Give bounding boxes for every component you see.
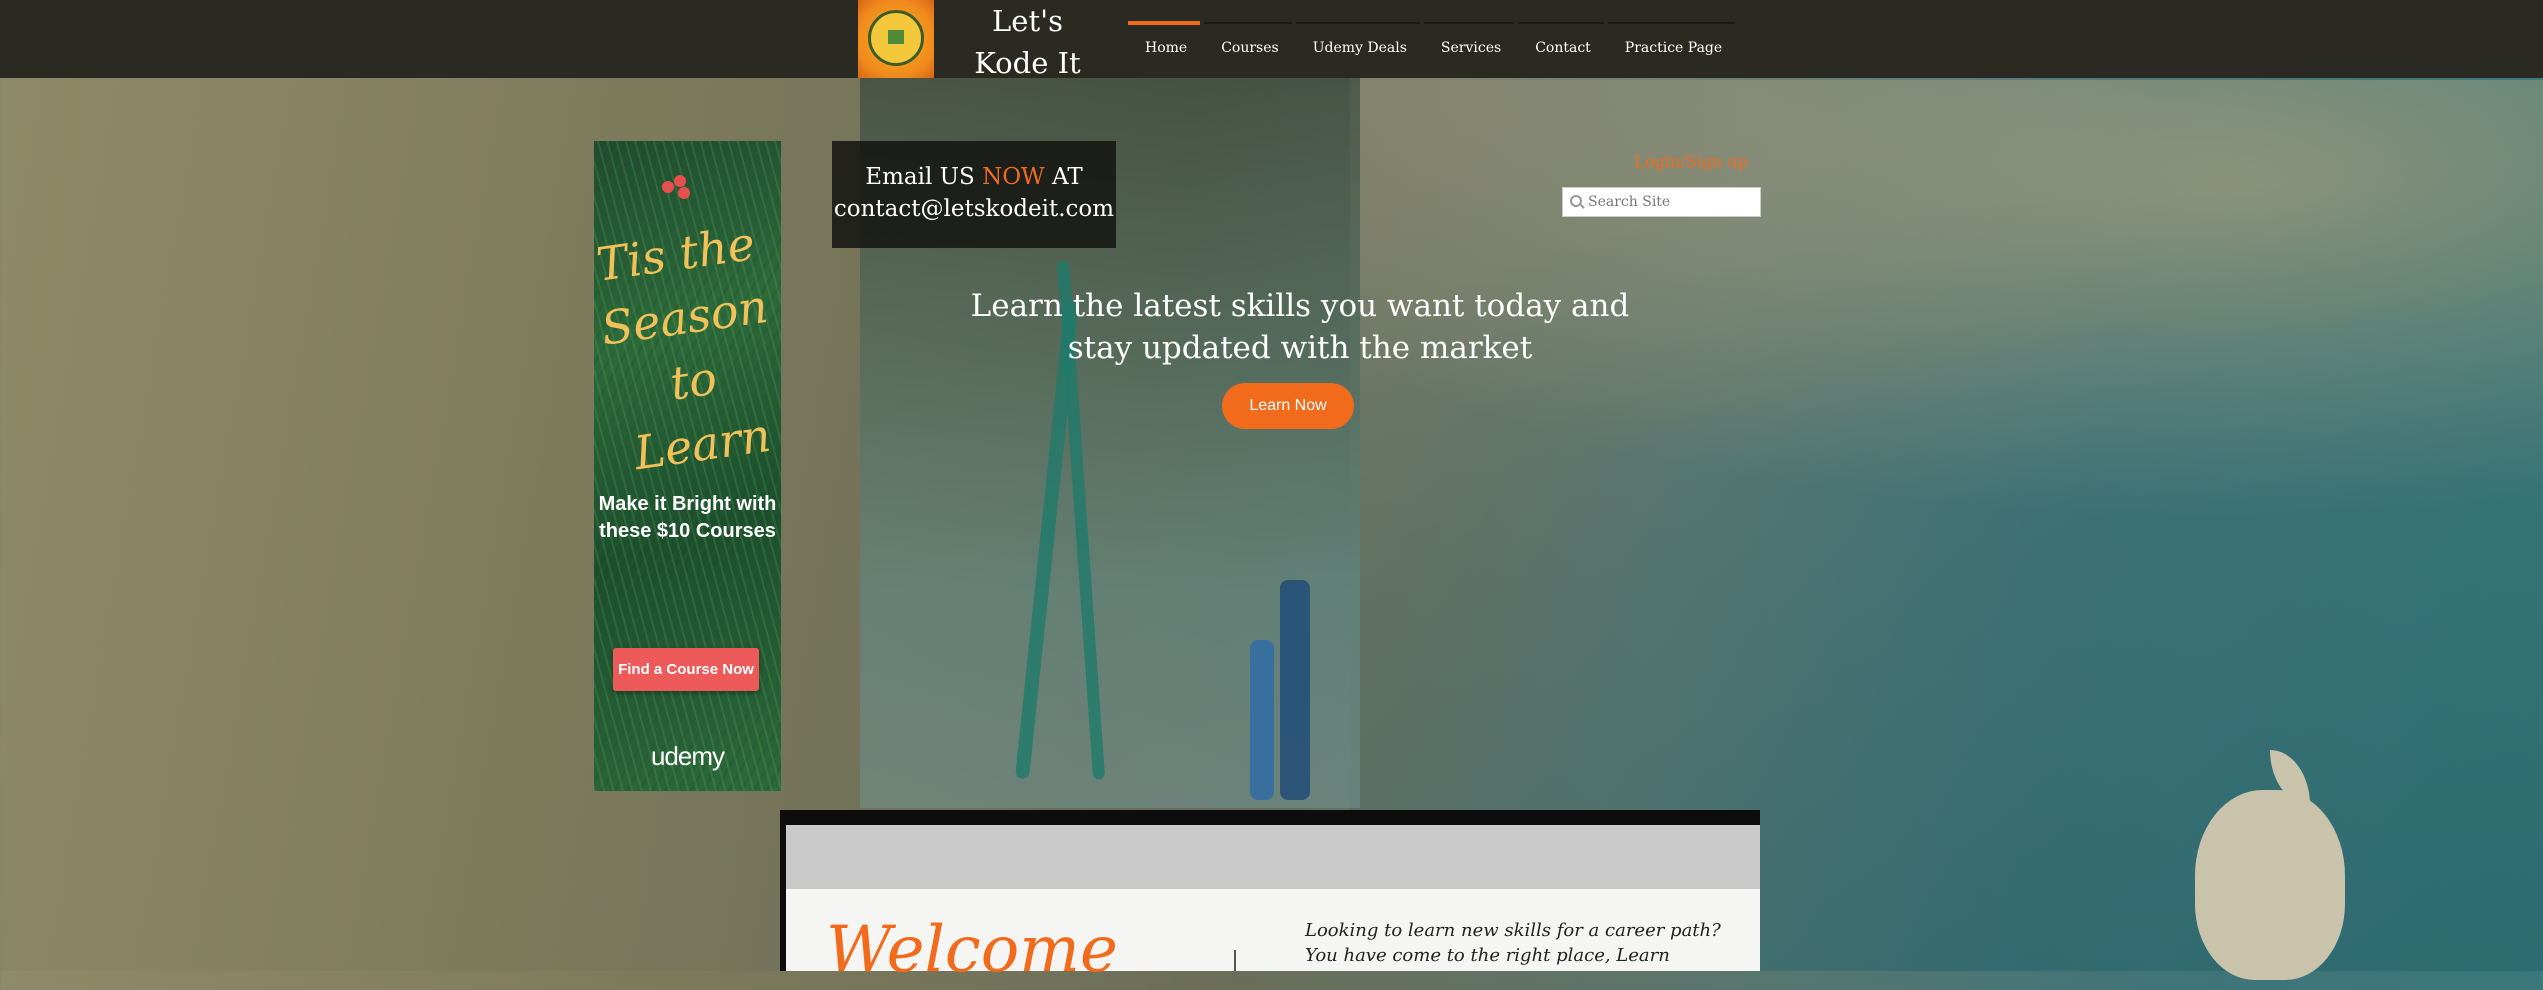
- email-address[interactable]: contact@letskodeit.com: [832, 193, 1116, 225]
- banner-copy: Make it Bright with these $10 Courses: [598, 493, 777, 542]
- logo-computer-icon: [888, 30, 904, 44]
- udemy-logo: udemy: [650, 741, 725, 771]
- welcome-text-line: You have come to the right place, Learn: [1305, 945, 1670, 966]
- top-navigation-bar: Let's Kode It Home Courses Udemy Deals S…: [0, 0, 2543, 80]
- login-signup-link[interactable]: Login/Sign up: [1620, 152, 1748, 171]
- email-contact-box: Email US NOW AT contact@letskodeit.com: [832, 141, 1116, 248]
- search-input[interactable]: [1586, 193, 1760, 211]
- nav-item-services[interactable]: Services: [1423, 22, 1518, 66]
- logo-badge-icon: [868, 10, 924, 66]
- apple-logo-icon: [2195, 790, 2345, 980]
- udemy-promo-banner[interactable]: Tis the Season to Learn Make it Bright w…: [594, 141, 781, 791]
- learn-now-button[interactable]: Learn Now: [1222, 383, 1354, 429]
- nav-item-courses[interactable]: Courses: [1204, 22, 1296, 66]
- nav-item-practice-page[interactable]: Practice Page: [1607, 22, 1739, 66]
- pen: [1250, 640, 1274, 800]
- welcome-text: Looking to learn new skills for a career…: [1305, 918, 1725, 968]
- holly-icon: [654, 169, 704, 205]
- welcome-text-line: Looking to learn new skills for a career…: [1305, 920, 1721, 941]
- nav-item-contact[interactable]: Contact: [1518, 22, 1608, 66]
- site-search[interactable]: [1562, 187, 1761, 217]
- main-nav: Home Courses Udemy Deals Services Contac…: [1128, 21, 1739, 66]
- find-course-button[interactable]: Find a Course Now: [613, 648, 759, 691]
- site-title[interactable]: Let's Kode It: [960, 0, 1095, 84]
- email-heading: Email US NOW AT: [865, 164, 1083, 190]
- welcome-divider: [1234, 950, 1236, 971]
- nav-item-udemy-deals[interactable]: Udemy Deals: [1295, 22, 1424, 66]
- welcome-section-header: [786, 825, 1760, 889]
- nav-item-home[interactable]: Home: [1128, 21, 1204, 66]
- site-logo[interactable]: [858, 0, 934, 78]
- search-icon: [1569, 194, 1583, 210]
- email-highlight: NOW: [982, 164, 1045, 190]
- pen: [1280, 580, 1310, 800]
- welcome-title: Welcome: [826, 913, 1118, 987]
- hero-headline: Learn the latest skills you want today a…: [970, 288, 1630, 366]
- banner-headline: Tis the Season to Learn: [594, 216, 774, 481]
